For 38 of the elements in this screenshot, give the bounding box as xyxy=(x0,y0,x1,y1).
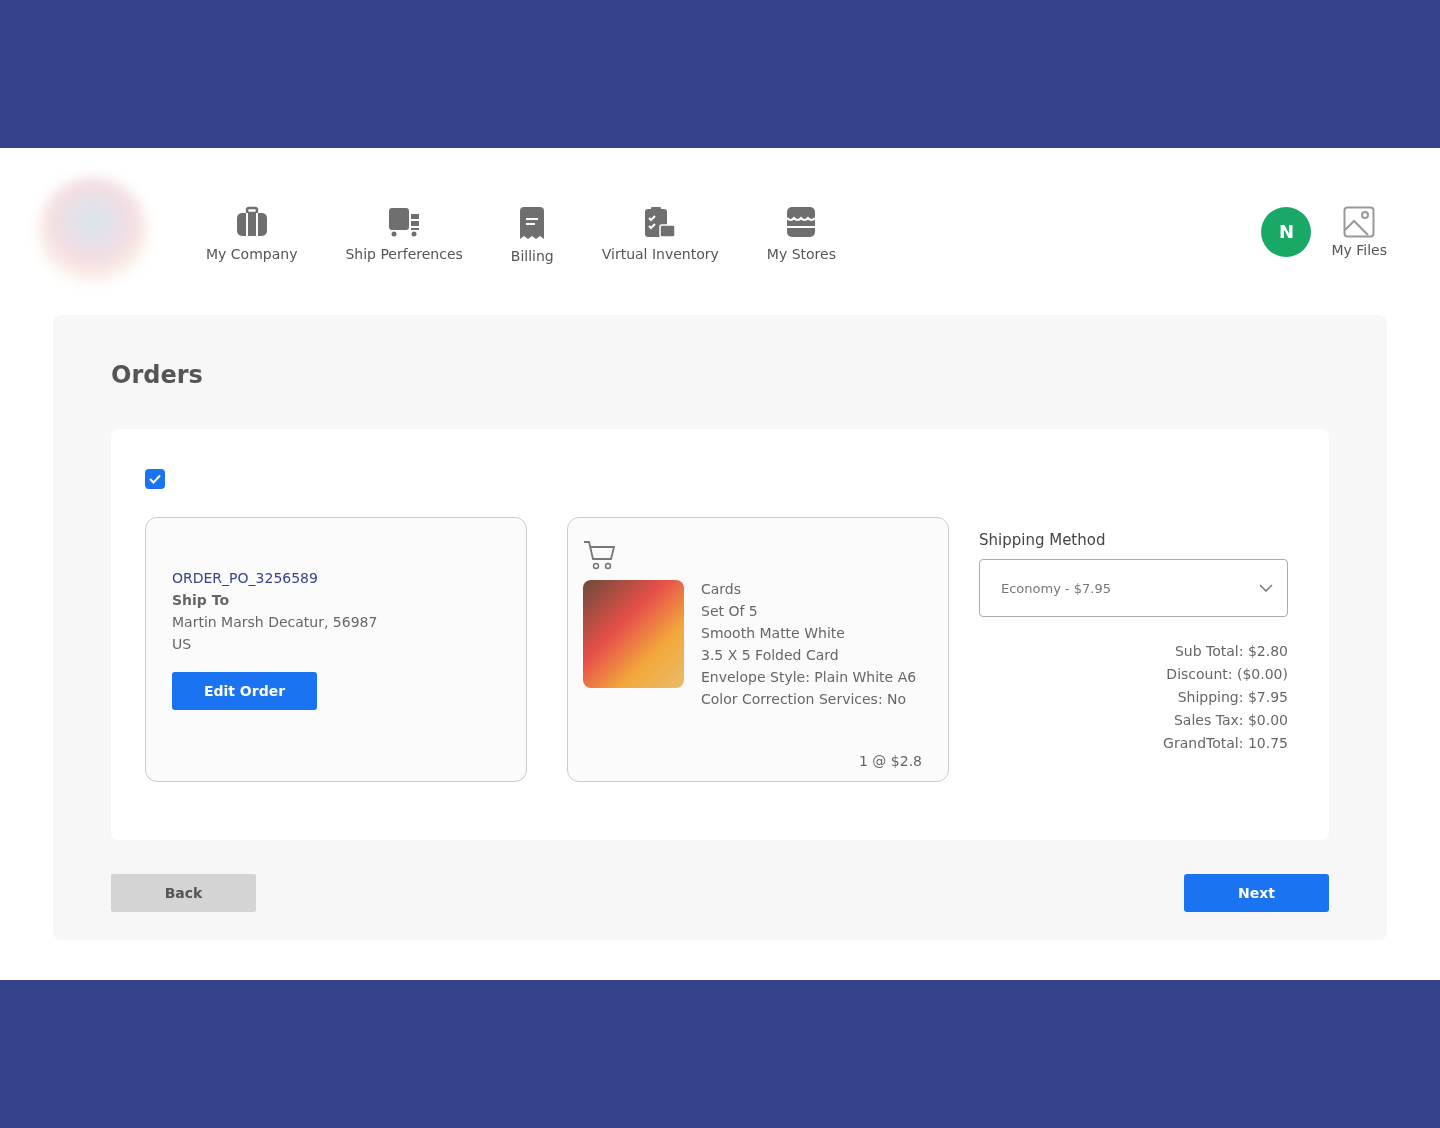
briefcase-icon xyxy=(235,205,268,238)
total-line: Sales Tax: $0.00 xyxy=(1173,712,1288,728)
total-line: Shipping: $7.95 xyxy=(1177,689,1288,705)
image-icon xyxy=(1343,205,1376,238)
total-line: Discount: ($0.00) xyxy=(1166,666,1288,682)
checkmark-icon xyxy=(149,474,161,484)
country-text: US xyxy=(172,636,193,652)
order-checkbox[interactable] xyxy=(145,469,165,489)
shipping-method-label: Shipping Method xyxy=(979,531,1107,549)
nav-item[interactable]: Billing xyxy=(510,205,554,264)
page-title: Orders xyxy=(111,361,204,389)
item-detail: Color Correction Services: No xyxy=(701,690,908,709)
shipping-method-select[interactable]: Economy - $7.95 xyxy=(979,559,1288,617)
cart-icon xyxy=(583,540,615,570)
nav-item[interactable]: My Stores xyxy=(766,205,836,264)
receipt-icon xyxy=(519,205,546,240)
item-detail: Envelope Style: Plain White A6 xyxy=(701,668,917,687)
store-icon xyxy=(786,205,817,238)
item-detail: Smooth Matte White xyxy=(701,624,846,643)
nav-item[interactable]: My Company xyxy=(206,205,298,264)
total-line: Sub Total: $2.80 xyxy=(1174,643,1288,659)
back-button[interactable]: Back xyxy=(111,874,256,912)
address-text: Martin Marsh Decatur, 56987 xyxy=(172,614,379,630)
item-detail: Cards xyxy=(701,580,743,599)
next-button[interactable]: Next xyxy=(1184,874,1329,912)
item-detail: Set Of 5 xyxy=(701,602,759,621)
truck-icon xyxy=(388,205,421,238)
total-line: GrandTotal: 10.75 xyxy=(1163,735,1288,751)
item-detail: 3.5 X 5 Folded Card xyxy=(701,646,840,665)
edit-order-button[interactable]: Edit Order xyxy=(172,672,317,710)
clipboard-icon xyxy=(644,205,677,238)
ship-to-label: Ship To xyxy=(172,592,231,608)
nav-item[interactable]: Virtual Inventory xyxy=(601,205,719,264)
nav-item[interactable]: Ship Perferences xyxy=(345,205,463,264)
quantity-price: 1 @ $2.8 xyxy=(859,753,922,769)
my-files-link[interactable]: My Files xyxy=(1331,205,1387,258)
order-number: ORDER_PO_3256589 xyxy=(172,570,319,586)
chevron-down-icon xyxy=(1259,584,1273,592)
